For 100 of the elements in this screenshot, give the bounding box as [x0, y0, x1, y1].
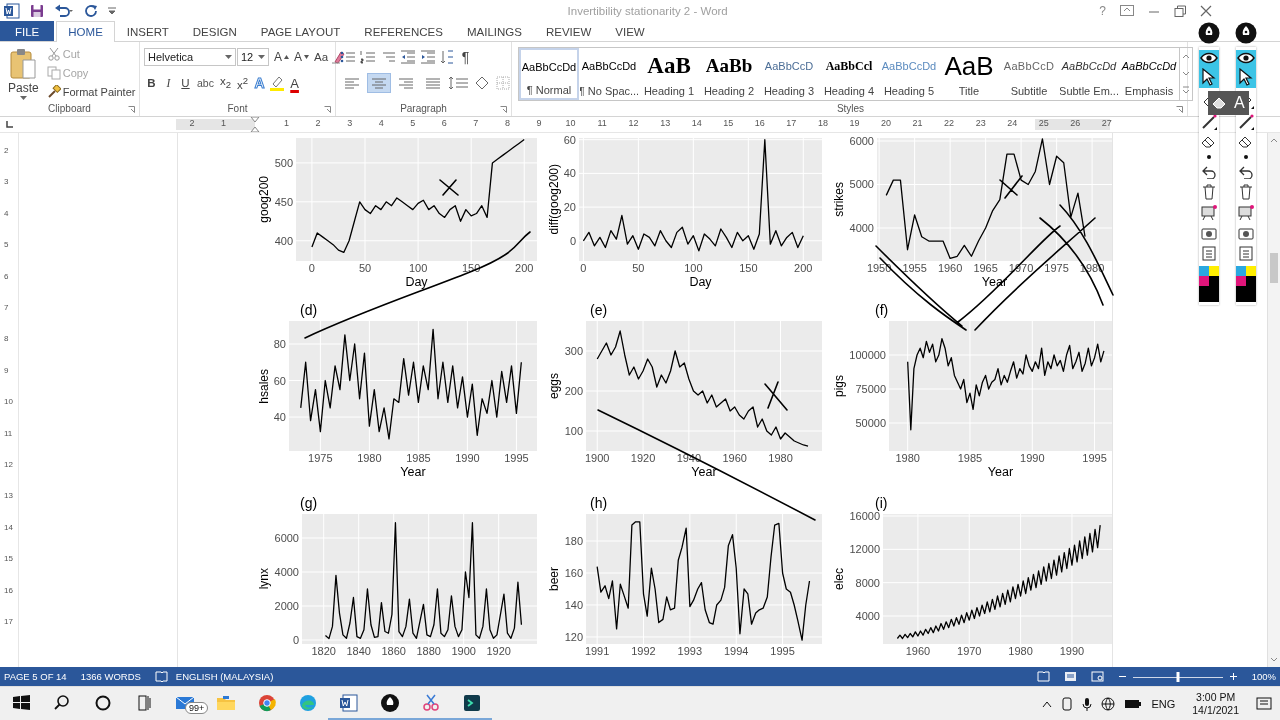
axis-tick-label: 75000: [855, 383, 886, 395]
ruler-number: 14: [691, 118, 702, 128]
style-item[interactable]: AaB Title: [939, 48, 999, 100]
axis-title: Year: [691, 465, 717, 479]
axis-tick-label: 450: [274, 195, 293, 208]
axis-tick-label: 1920: [630, 452, 656, 464]
ruler-number: 24: [1007, 118, 1018, 128]
axis-tick-label: 1985: [957, 452, 983, 464]
ribbon-tab[interactable]: PAGE LAYOUT: [248, 21, 353, 41]
style-item[interactable]: AaBbCcl Heading 4: [819, 48, 879, 100]
axis-tick-label: 180: [564, 535, 583, 547]
axis-title: beer: [547, 567, 561, 591]
axis-tick-label: 1975: [1044, 262, 1069, 274]
ruler-number: 20: [881, 118, 891, 128]
word-count[interactable]: 1366 WORDS: [80, 671, 141, 682]
axis-tick-label: 1993: [677, 645, 703, 657]
ruler-number: 2: [4, 145, 9, 155]
clock[interactable]: 3:00 PM 14/1/2021: [1192, 690, 1239, 717]
paste-button[interactable]: Paste: [4, 45, 43, 101]
input-language[interactable]: ENG: [1151, 697, 1176, 710]
axis-tick-label: 1990: [1059, 645, 1085, 657]
axis-tick-label: 6000: [274, 532, 299, 544]
ribbon-tab[interactable]: VIEW: [603, 21, 657, 41]
style-item[interactable]: AaBbCcDd Heading 5: [879, 48, 939, 100]
axis-title: Day: [689, 275, 712, 289]
ruler-number: 27: [1101, 118, 1112, 128]
ribbon-tab[interactable]: INSERT: [114, 21, 181, 41]
ruler-number: 21: [912, 118, 923, 128]
axis-tick-label: 1950: [866, 262, 892, 274]
axis-tick-label: 160: [564, 567, 583, 579]
panel-label: (g): [300, 495, 318, 511]
grow-button[interactable]: A: [272, 47, 291, 67]
axis-tick-label: 1992: [631, 645, 656, 657]
ruler-number: 2: [315, 118, 321, 128]
ruler-number: 23: [975, 118, 986, 128]
font-name-field[interactable]: Helvetica: [144, 48, 236, 66]
ribbon-tab[interactable]: DESIGN: [180, 21, 249, 41]
style-item[interactable]: AaBbCcDd ¶ No Spac...: [579, 48, 639, 100]
subscript-button[interactable]: x$_{2}$: [217, 73, 233, 93]
style-item[interactable]: AaBbCcDd Subtle Em...: [1059, 48, 1119, 100]
ribbon-tab[interactable]: REFERENCES: [352, 21, 455, 41]
show-formatting-marks-button[interactable]: ¶: [458, 47, 473, 67]
page-count[interactable]: PAGE 5 OF 14: [4, 671, 67, 682]
ribbon-tab[interactable]: REVIEW: [533, 21, 604, 41]
axis-tick-label: 1960: [722, 452, 747, 464]
axis-tick-label: 4000: [274, 566, 299, 578]
axis-tick-label: 1990: [1020, 452, 1045, 464]
color-button[interactable]: A: [287, 73, 303, 93]
ruler-number: 11: [4, 428, 13, 438]
ruler-number: 8: [504, 118, 510, 128]
ruler-number: 4: [4, 208, 9, 218]
style-item[interactable]: AaBbCcDd ¶ Normal: [519, 48, 579, 100]
axis-title: Day: [405, 275, 428, 289]
style-item[interactable]: AaBbCcDd Emphasis: [1119, 48, 1179, 100]
zoom-level[interactable]: 100%: [1251, 671, 1276, 682]
bold-button[interactable]: B: [144, 73, 159, 93]
axis-tick-label: 1980: [895, 452, 920, 464]
axis-tick-label: 6000: [849, 135, 874, 147]
painter-button[interactable]: Format Painter: [44, 83, 138, 100]
axis-tick-label: 1980: [1008, 645, 1033, 657]
ribbon-tab[interactable]: MAILINGS: [454, 21, 534, 41]
file-tab[interactable]: FILE: [0, 21, 55, 41]
axis-tick-label: 40: [563, 167, 576, 180]
case-button[interactable]: Aa: [312, 47, 331, 67]
ruler-number: 9: [536, 118, 542, 128]
axis-tick-label: 1820: [311, 645, 336, 657]
axis-title: strikes: [832, 182, 846, 217]
axis-tick-label: 1990: [455, 452, 480, 464]
text-tool-button[interactable]: A: [1234, 94, 1245, 112]
ruler-number: 10: [565, 118, 576, 128]
underline-button[interactable]: U: [178, 73, 193, 93]
language-indicator[interactable]: ENGLISH (MALAYSIA): [175, 671, 274, 682]
ruler-number: 3: [347, 118, 353, 128]
ruler-number: 13: [4, 490, 13, 500]
ruler-number: 9: [4, 365, 9, 375]
superscript-button[interactable]: x$^{2}$: [235, 73, 251, 93]
style-item[interactable]: AaBb Heading 2: [699, 48, 759, 100]
axis-tick-label: 0: [580, 262, 587, 274]
axis-tick-label: 1980: [357, 452, 382, 464]
style-item[interactable]: AaB Heading 1: [639, 48, 699, 100]
axis-tick-label: 1970: [957, 645, 982, 657]
style-item[interactable]: AaBbCcD Subtitle: [999, 48, 1059, 100]
font-size-field[interactable]: 12: [237, 48, 269, 66]
help-button[interactable]: ?: [1099, 3, 1106, 18]
axis-tick-label: 1965: [973, 262, 998, 274]
style-item[interactable]: AaBbCcD Heading 3: [759, 48, 819, 100]
axis-tick-label: 12000: [849, 543, 880, 556]
group-label: Font: [227, 103, 248, 114]
ruler-number: 16: [754, 118, 765, 128]
axis-tick-label: 40: [273, 411, 286, 424]
ruler-number: 26: [1070, 118, 1081, 128]
axis-tick-label: 200: [794, 262, 813, 274]
axis-tick-label: 1880: [416, 645, 441, 657]
ribbon-tab[interactable]: HOME: [56, 21, 115, 42]
axis-title: lynx: [257, 568, 271, 590]
strike-button[interactable]: abc: [195, 73, 216, 93]
axis-tick-label: 1900: [585, 452, 610, 464]
shrink-button[interactable]: A: [292, 47, 312, 67]
italic-button[interactable]: I: [161, 73, 176, 93]
ruler-number: 5: [4, 239, 9, 249]
